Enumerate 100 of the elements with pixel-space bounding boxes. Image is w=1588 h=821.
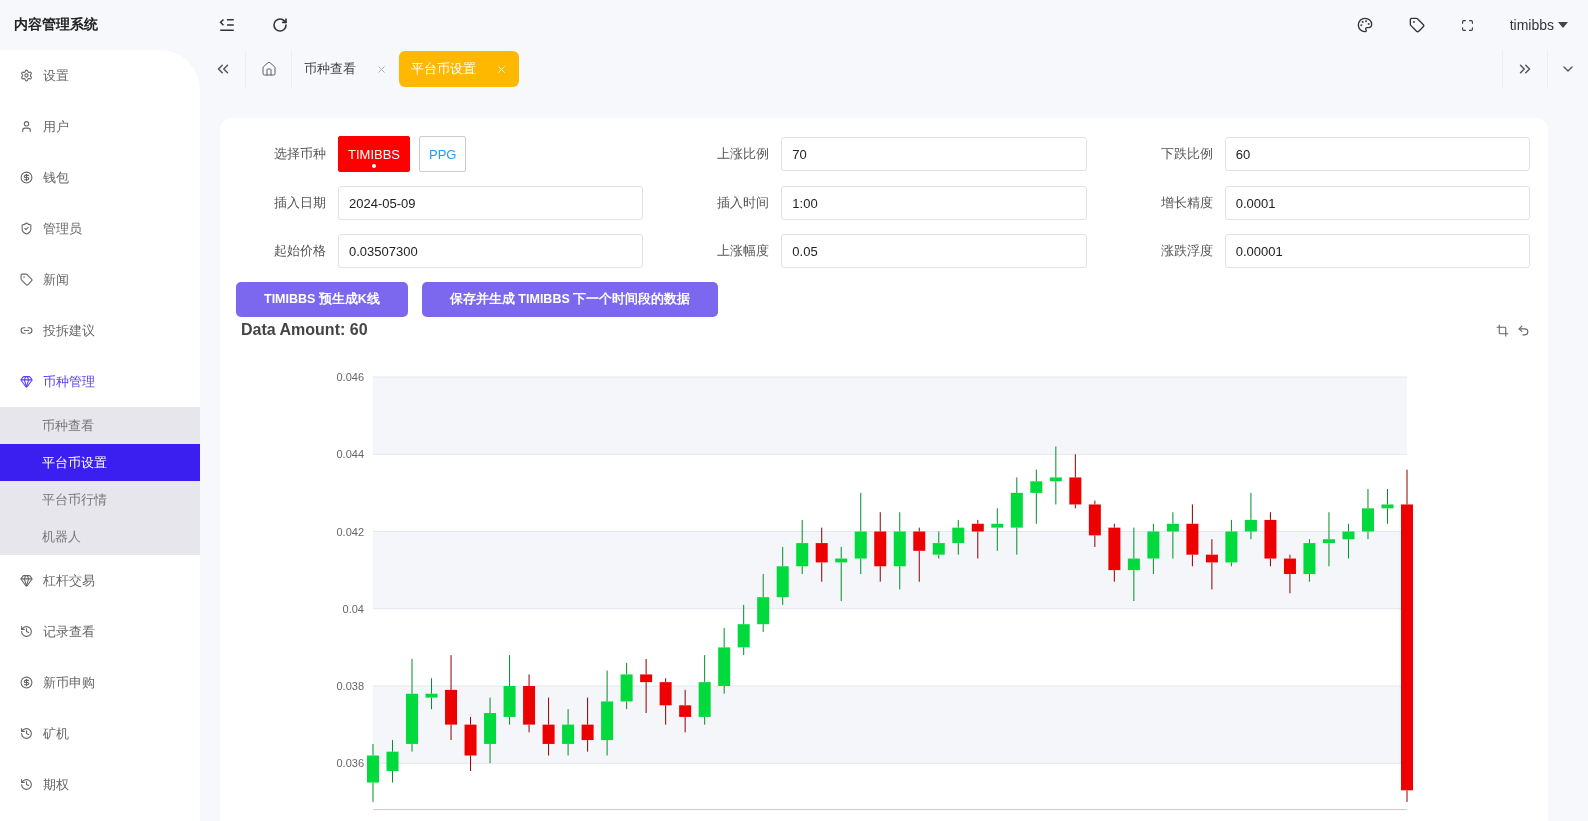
candlestick <box>835 546 848 602</box>
candlestick <box>367 743 379 803</box>
sidebar-item[interactable]: 投拆建议 <box>0 305 200 356</box>
field-label: 增长精度 <box>1159 194 1213 212</box>
tag-icon <box>20 273 33 286</box>
axis-label: 0.036 <box>336 757 364 770</box>
field-label: 涨跌浮度 <box>1159 242 1213 260</box>
candlestick <box>562 708 575 756</box>
candlestick <box>874 511 887 583</box>
undo-icon[interactable] <box>1517 323 1530 337</box>
submenu-item[interactable]: 平台币行情 <box>0 481 200 518</box>
crop-icon[interactable] <box>1496 323 1509 337</box>
axis-label: 0.044 <box>336 448 364 461</box>
candlestick <box>484 697 497 764</box>
generate-button[interactable]: TIMIBBS 预生成K线 <box>236 282 408 317</box>
sidebar-item[interactable]: 新币申购 <box>0 657 200 708</box>
sidebar-item[interactable]: 新闻 <box>0 254 200 305</box>
axis-label: 0.046 <box>336 371 364 383</box>
sidebar-item[interactable]: 用户 <box>0 101 200 152</box>
candlestick <box>1244 492 1257 540</box>
candlestick <box>1088 500 1101 548</box>
candlestick <box>1322 511 1335 567</box>
axis-label: 0.04 <box>342 602 364 615</box>
link-icon <box>20 324 33 337</box>
palette-icon[interactable] <box>1356 17 1373 33</box>
candlestick <box>737 604 750 656</box>
candlestick <box>1069 453 1082 509</box>
candlestick <box>971 519 984 560</box>
user-menu[interactable]: timibbs <box>1509 17 1568 33</box>
candlestick <box>1303 538 1316 583</box>
gem-icon <box>20 375 33 388</box>
input-field[interactable]: 0.05 <box>781 234 1087 268</box>
candlestick <box>503 654 516 726</box>
dollar-icon <box>20 676 33 689</box>
input-field[interactable]: 0.0001 <box>1224 186 1530 220</box>
field-label: 上涨幅度 <box>716 242 770 260</box>
app-title: 内容管理系统 <box>13 15 99 34</box>
candlestick <box>913 527 926 583</box>
candlestick <box>425 677 438 710</box>
sidebar-item[interactable]: 钱包 <box>0 152 200 203</box>
candlestick <box>386 739 399 784</box>
input-field[interactable]: 70 <box>781 137 1087 171</box>
sidebar-item[interactable]: 管理员 <box>0 203 200 254</box>
candlestick <box>796 519 809 575</box>
submenu-item[interactable]: 机器人 <box>0 518 200 555</box>
tag-icon[interactable] <box>1408 17 1425 33</box>
candlestick <box>581 697 594 753</box>
sidebar-item[interactable]: 矿机 <box>0 708 200 759</box>
input-field[interactable]: 60 <box>1224 137 1530 171</box>
candlestick <box>620 662 633 710</box>
candlestick <box>464 716 477 772</box>
candlestick <box>932 531 945 560</box>
tab[interactable]: 币种查看 <box>292 51 399 87</box>
sidebar-item[interactable]: 期权 <box>0 759 200 810</box>
sidebar-item[interactable]: 记录查看 <box>0 606 200 657</box>
field-label: 下跌比例 <box>1159 145 1213 163</box>
candlestick <box>815 527 828 583</box>
shield-icon <box>20 222 33 235</box>
input-field[interactable]: 2024-05-09 <box>338 186 644 220</box>
candlestick <box>523 673 536 733</box>
fullscreen-icon[interactable] <box>1460 18 1474 32</box>
candlestick <box>1362 488 1374 540</box>
history-icon <box>20 778 33 791</box>
candlestick <box>776 546 789 606</box>
history-icon <box>20 625 33 638</box>
candlestick <box>640 658 653 714</box>
candlestick <box>718 627 731 695</box>
candlestick <box>698 654 711 726</box>
history-icon <box>20 727 33 740</box>
field-label: 选择币种 <box>273 145 326 163</box>
candlestick <box>1030 469 1043 525</box>
candlestick <box>1049 446 1062 505</box>
candlestick <box>1147 523 1160 575</box>
gem-icon <box>20 574 33 587</box>
sidebar-item[interactable]: 设置 <box>0 50 200 101</box>
candlestick <box>1381 488 1394 525</box>
submenu-item[interactable]: 平台币设置 <box>0 444 200 481</box>
sidebar-item[interactable]: 杠杆交易 <box>0 555 200 606</box>
refresh-icon[interactable] <box>272 17 288 33</box>
candlestick <box>679 689 692 733</box>
input-field[interactable]: 1:00 <box>781 186 1087 220</box>
field-label: 插入时间 <box>716 194 770 212</box>
input-field[interactable]: 0.03507300 <box>338 234 644 268</box>
tab-label[interactable]: 币种查看 <box>304 60 356 78</box>
input-field[interactable]: 0.00001 <box>1224 234 1530 268</box>
collapse-menu-icon[interactable] <box>218 16 236 34</box>
candlestick <box>757 573 770 633</box>
field-label: 起始价格 <box>273 242 326 260</box>
dollar-icon <box>20 171 33 184</box>
sidebar-item[interactable]: 币种管理 <box>0 356 200 407</box>
candlestick <box>1342 523 1355 560</box>
candlestick <box>1166 511 1179 560</box>
candlestick <box>952 519 965 556</box>
user-icon <box>20 120 33 133</box>
submenu-item[interactable]: 币种查看 <box>0 407 200 444</box>
caret-icon <box>1558 22 1568 28</box>
generate-button[interactable]: 保存并生成 TIMIBBS 下一个时间段的数据 <box>421 282 719 317</box>
candlestick <box>1205 538 1218 590</box>
candlestick <box>1108 523 1121 583</box>
coin-option[interactable]: TIMIBBS <box>338 136 410 172</box>
